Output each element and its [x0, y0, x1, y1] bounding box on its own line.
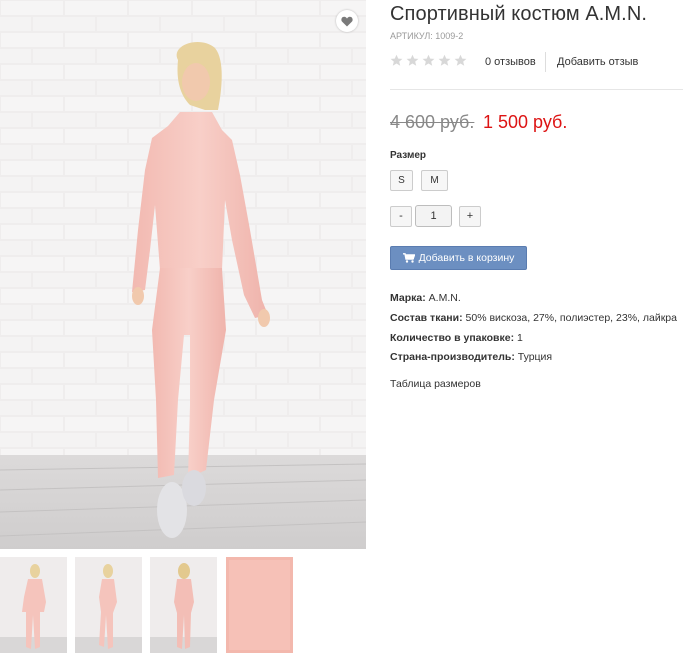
spec-value: 1: [517, 332, 523, 344]
heart-icon: [341, 16, 353, 26]
add-to-cart-label: Добавить в корзину: [418, 252, 515, 264]
product-sku: Артикул: 1009-2: [390, 31, 463, 41]
reviews-count-link[interactable]: 0 отзывов: [485, 56, 536, 68]
thumbnail-back[interactable]: [150, 557, 217, 653]
spec-country: Страна-производитель: Турция: [390, 351, 552, 363]
size-table-link[interactable]: Таблица размеров: [390, 378, 481, 390]
cart-icon: [402, 253, 415, 263]
price-old: 4 600 руб.: [390, 112, 475, 132]
size-option-s[interactable]: S: [390, 170, 413, 191]
star-icon[interactable]: [406, 54, 419, 67]
spec-label: Состав ткани:: [390, 312, 463, 324]
spec-label: Страна-производитель:: [390, 351, 515, 363]
divider: [545, 52, 546, 72]
rating-stars[interactable]: [390, 54, 467, 67]
spec-pack-quantity: Количество в упаковке: 1: [390, 332, 523, 344]
thumbnail-side[interactable]: [75, 557, 142, 653]
product-title: Спортивный костюм A.M.N.: [390, 3, 648, 25]
sku-label: Артикул:: [390, 31, 433, 41]
star-icon[interactable]: [390, 54, 403, 67]
price-new: 1 500 руб.: [483, 112, 568, 132]
thumbnail-strip: [0, 557, 366, 653]
quantity-plus-button[interactable]: +: [459, 206, 481, 227]
thumbnail-fabric[interactable]: [226, 557, 293, 653]
quantity-minus-button[interactable]: -: [390, 206, 412, 227]
star-icon[interactable]: [438, 54, 451, 67]
star-icon[interactable]: [454, 54, 467, 67]
star-icon[interactable]: [422, 54, 435, 67]
spec-brand: Марка: A.M.N.: [390, 292, 461, 304]
spec-value: 50% вискоза, 27%, полиэстер, 23%, лайкра: [465, 312, 677, 324]
spec-label: Марка:: [390, 292, 426, 304]
spec-label: Количество в упаковке:: [390, 332, 515, 344]
quantity-input[interactable]: [415, 205, 452, 227]
sku-value: 1009-2: [435, 31, 464, 41]
add-review-link[interactable]: Добавить отзыв: [557, 56, 638, 68]
size-option-m[interactable]: M: [421, 170, 448, 191]
spec-value: Турция: [517, 351, 553, 363]
favorite-button[interactable]: [336, 10, 358, 32]
size-label: Размер: [390, 150, 427, 161]
thumbnail-front[interactable]: [0, 557, 67, 653]
spec-value: A.M.N.: [428, 292, 461, 304]
spec-fabric: Состав ткани: 50% вискоза, 27%, полиэсте…: [390, 312, 677, 324]
divider: [390, 89, 683, 90]
add-to-cart-button[interactable]: Добавить в корзину: [390, 246, 527, 270]
main-product-photo[interactable]: [0, 0, 366, 549]
